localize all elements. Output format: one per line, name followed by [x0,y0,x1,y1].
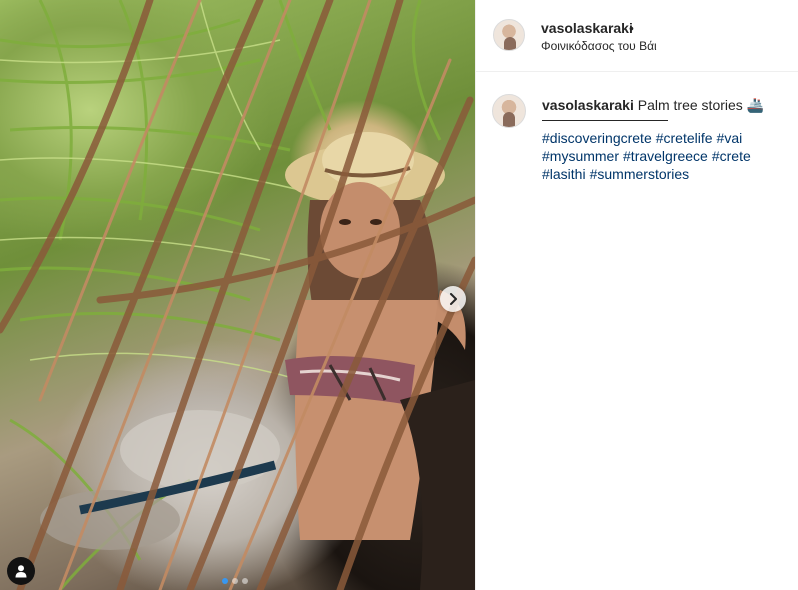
hashtag-link[interactable]: #lasithi [542,165,586,183]
hashtag-link[interactable]: #vai [717,129,743,147]
post-location[interactable]: Φοινικόδασος του Βάι [541,39,657,53]
hashtag-link[interactable]: #crete [712,147,751,165]
next-photo-button[interactable] [440,286,466,312]
hashtag-link[interactable]: #discoveringcrete [542,129,652,147]
header-separator: • [629,20,634,36]
carousel-dot [242,578,248,584]
author-username[interactable]: vasolaskaraki [541,20,633,36]
caption-username[interactable]: vasolaskaraki [542,97,634,113]
post-header: vasolaskaraki • Φοινικόδασος του Βάι [476,0,798,72]
post-photo[interactable] [0,0,475,590]
caption-body: vasolaskaraki Palm tree stories 🚢 #disco… [542,96,792,183]
hashtag-link[interactable]: #travelgreece [623,147,708,165]
carousel-indicator [222,578,248,584]
chevron-right-icon [450,293,457,305]
tagged-users-button[interactable] [7,557,35,585]
author-avatar[interactable] [493,19,525,51]
palm-fronds-illustration [0,0,475,590]
user-tag-icon [15,565,27,578]
caption-text: Palm tree stories 🚢 [637,97,765,113]
hashtag-link[interactable]: #cretelife [656,129,713,147]
caption-divider [542,120,668,121]
caption-author-avatar[interactable] [492,94,526,128]
hashtag-link[interactable]: #mysummer [542,147,619,165]
hashtag-link[interactable]: #summerstories [590,165,690,183]
carousel-dot [232,578,238,584]
carousel-dot-active [222,578,228,584]
hashtag-list: #discoveringcrete #cretelife #vai #mysum… [542,129,772,183]
post-side-panel: vasolaskaraki • Φοινικόδασος του Βάι vas… [475,0,798,590]
